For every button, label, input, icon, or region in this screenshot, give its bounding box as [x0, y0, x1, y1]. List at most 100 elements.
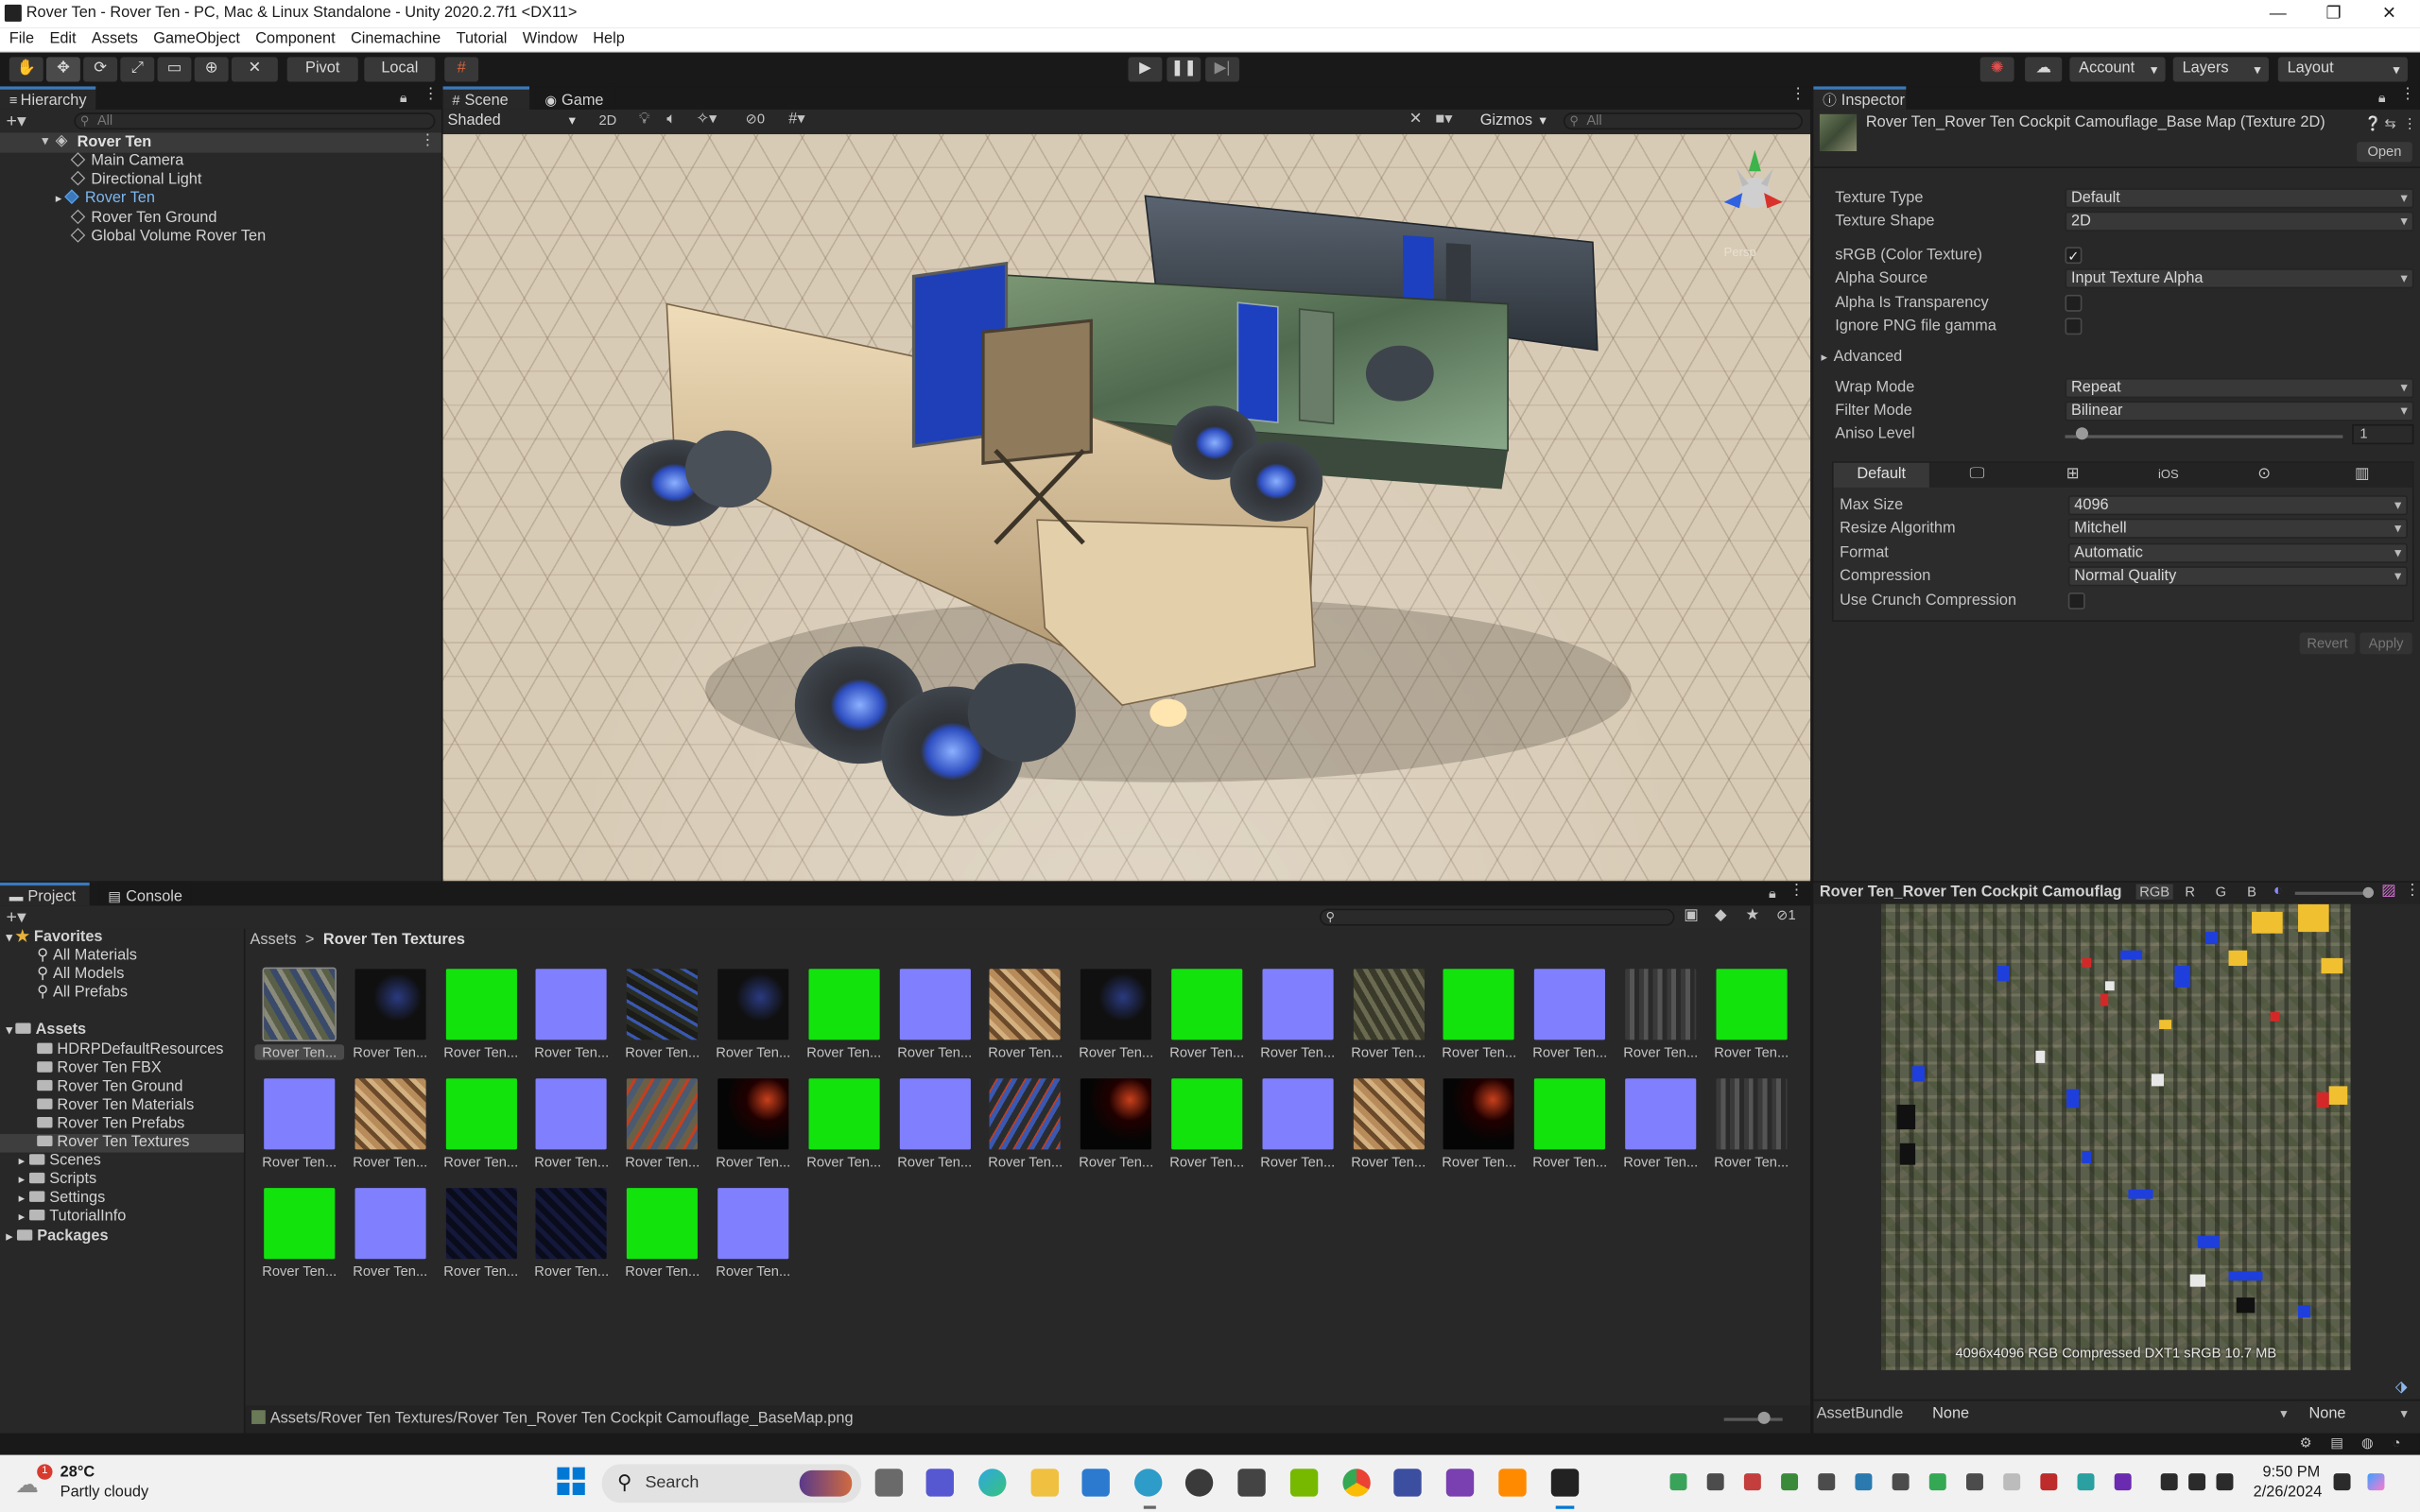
folder-rover-ten-materials[interactable]: Rover Ten Materials: [37, 1097, 194, 1116]
texture-thumbnail[interactable]: [1171, 969, 1243, 1040]
scene-menu-icon[interactable]: ⋮: [1790, 86, 1806, 103]
cloud-icon[interactable]: ☁: [2025, 57, 2063, 82]
grid-snap-icon[interactable]: #: [444, 57, 479, 82]
debug-icon[interactable]: ⚙: [2300, 1435, 2312, 1452]
texture-thumbnail[interactable]: [717, 969, 789, 1040]
texture-thumbnail[interactable]: [899, 1078, 971, 1150]
collapse-arrow-icon[interactable]: ▸: [7, 1229, 13, 1244]
lighting-toggle-icon[interactable]: 💡︎: [639, 112, 649, 129]
mip-slider-track[interactable]: [2294, 891, 2373, 895]
favorite-all-prefabs[interactable]: ⚲ All Prefabs: [37, 985, 128, 1004]
texture-thumbnail[interactable]: [1716, 1078, 1788, 1150]
channel-r[interactable]: R: [2178, 885, 2203, 900]
texture-thumbnail[interactable]: [354, 1188, 426, 1260]
menu-tutorial[interactable]: Tutorial: [457, 27, 508, 52]
folder-rover-ten-prefabs[interactable]: Rover Ten Prefabs: [37, 1115, 184, 1134]
defender-icon[interactable]: [2077, 1473, 2095, 1491]
settings-app-icon[interactable]: [1393, 1469, 1422, 1497]
texture-thumbnail[interactable]: [1625, 1078, 1697, 1150]
platform-tab-android-icon[interactable]: ⊙: [2216, 463, 2311, 488]
scene-gizmo[interactable]: [1712, 146, 1798, 232]
srgb-checkbox[interactable]: ✓: [2065, 247, 2083, 265]
collapse-arrow-icon[interactable]: ▸: [19, 1173, 26, 1187]
mcafee-icon[interactable]: [2040, 1473, 2058, 1491]
collapse-arrow-icon[interactable]: ▸: [56, 191, 62, 205]
unity-hub-icon[interactable]: [1550, 1469, 1580, 1497]
texture-thumbnail[interactable]: [445, 1078, 517, 1150]
label-tag-icon[interactable]: ⬗: [2395, 1380, 2408, 1397]
transform-tool-icon[interactable]: ⊕: [194, 57, 229, 82]
favorite-all-models[interactable]: ⚲ All Models: [37, 966, 124, 985]
platform-tab-webgl-icon[interactable]: ▥: [2312, 463, 2412, 488]
texture-thumbnail[interactable]: [354, 1078, 426, 1150]
copilot-icon[interactable]: [2367, 1473, 2385, 1491]
create-icon[interactable]: +▾: [7, 905, 26, 927]
step-button[interactable]: ▶|: [1205, 57, 1240, 82]
expand-arrow-icon[interactable]: ▾: [7, 1022, 13, 1037]
resize-algorithm-dropdown[interactable]: Mitchell: [2067, 518, 2408, 539]
kebab-menu-icon[interactable]: ⋮: [423, 86, 438, 103]
aniso-level-input[interactable]: 1: [2352, 423, 2414, 445]
texture-thumbnail[interactable]: [717, 1078, 789, 1150]
texture-thumbnail[interactable]: [1534, 969, 1606, 1040]
texture-thumbnail[interactable]: [536, 1078, 608, 1150]
texture-thumbnail[interactable]: [1534, 1078, 1606, 1150]
platform-tab-ios[interactable]: iOS: [2120, 463, 2216, 488]
auto-generate-lighting-icon[interactable]: ◍: [2361, 1435, 2374, 1452]
audio-toggle-icon[interactable]: 🔈︎: [666, 112, 676, 129]
minimize-button[interactable]: —: [2250, 2, 2306, 26]
texture-thumbnail[interactable]: [264, 1188, 336, 1260]
texture-thumbnail[interactable]: [1080, 969, 1152, 1040]
layers-dropdown[interactable]: Layers: [2172, 57, 2269, 82]
volume-icon[interactable]: [2188, 1473, 2206, 1491]
play-button[interactable]: ▶: [1128, 57, 1163, 82]
browser-globe-icon[interactable]: [1133, 1469, 1163, 1497]
texture-thumbnail[interactable]: [1171, 1078, 1243, 1150]
menu-file[interactable]: File: [9, 27, 34, 52]
move-tool-icon[interactable]: ✥: [45, 57, 80, 82]
hand-tool-icon[interactable]: ✋: [9, 57, 43, 82]
shield-app-icon[interactable]: [1237, 1469, 1266, 1497]
channel-rgb[interactable]: RGB: [2135, 884, 2173, 900]
account-dropdown[interactable]: Account: [2069, 57, 2166, 82]
aniso-slider-track[interactable]: [2065, 435, 2343, 438]
collab-icon[interactable]: ✺: [1979, 57, 2014, 82]
texture-thumbnail[interactable]: [990, 1078, 1062, 1150]
settings-menu-icon[interactable]: ⋮: [2403, 115, 2417, 132]
mip-slider-handle[interactable]: [2362, 886, 2375, 899]
filter-mode-dropdown[interactable]: Bilinear: [2065, 401, 2414, 421]
clock-date[interactable]: 2/26/2024: [2254, 1485, 2323, 1502]
texture-thumbnail[interactable]: [627, 1078, 699, 1150]
texture-thumbnail[interactable]: [536, 1188, 608, 1260]
hierarchy-item-main-camera[interactable]: Main Camera: [70, 152, 183, 172]
tray-misc-icon[interactable]: [1965, 1473, 1983, 1491]
advanced-foldout[interactable]: ▸ Advanced: [1822, 347, 1903, 369]
chrome-icon[interactable]: [1342, 1469, 1371, 1497]
texture-thumbnail[interactable]: [990, 969, 1062, 1040]
collapse-arrow-icon[interactable]: ▸: [19, 1154, 26, 1168]
kebab-menu-icon[interactable]: ⋮: [1789, 883, 1804, 900]
lock-icon[interactable]: 🔒︎: [400, 90, 407, 107]
tray-arrow-icon[interactable]: [1818, 1473, 1836, 1491]
close-button[interactable]: ✕: [2361, 2, 2417, 26]
expand-arrow-icon[interactable]: ▾: [42, 132, 48, 149]
shading-mode-dropdown[interactable]: Shaded: [444, 111, 584, 131]
layout-dropdown[interactable]: Layout: [2277, 57, 2408, 82]
lock-icon[interactable]: 🔒︎: [2378, 90, 2386, 107]
tab-inspector[interactable]: ⓘ Inspector: [1813, 86, 1907, 110]
texture-thumbnail[interactable]: [536, 969, 608, 1040]
tray-red-icon[interactable]: [1743, 1473, 1761, 1491]
hierarchy-search-input[interactable]: ⚲ All: [74, 112, 436, 130]
texture-type-dropdown[interactable]: Default: [2065, 188, 2414, 209]
effects-toggle-icon[interactable]: ✧▾: [696, 112, 717, 129]
pivot-toggle[interactable]: Pivot: [286, 57, 358, 82]
gizmos-dropdown[interactable]: Gizmos: [1470, 111, 1555, 131]
folder-rover-ten-fbx[interactable]: Rover Ten FBX: [37, 1060, 162, 1079]
weather-temp[interactable]: 28°C: [60, 1464, 95, 1481]
hidden-objects-icon[interactable]: ⊘0: [746, 112, 766, 129]
texture-thumbnail[interactable]: [354, 969, 426, 1040]
nvidia-icon[interactable]: [1289, 1469, 1319, 1497]
menu-component[interactable]: Component: [255, 27, 335, 52]
scene-search-input[interactable]: ⚲ All: [1563, 112, 1803, 130]
kebab-menu-icon[interactable]: ⋮: [2405, 883, 2420, 900]
